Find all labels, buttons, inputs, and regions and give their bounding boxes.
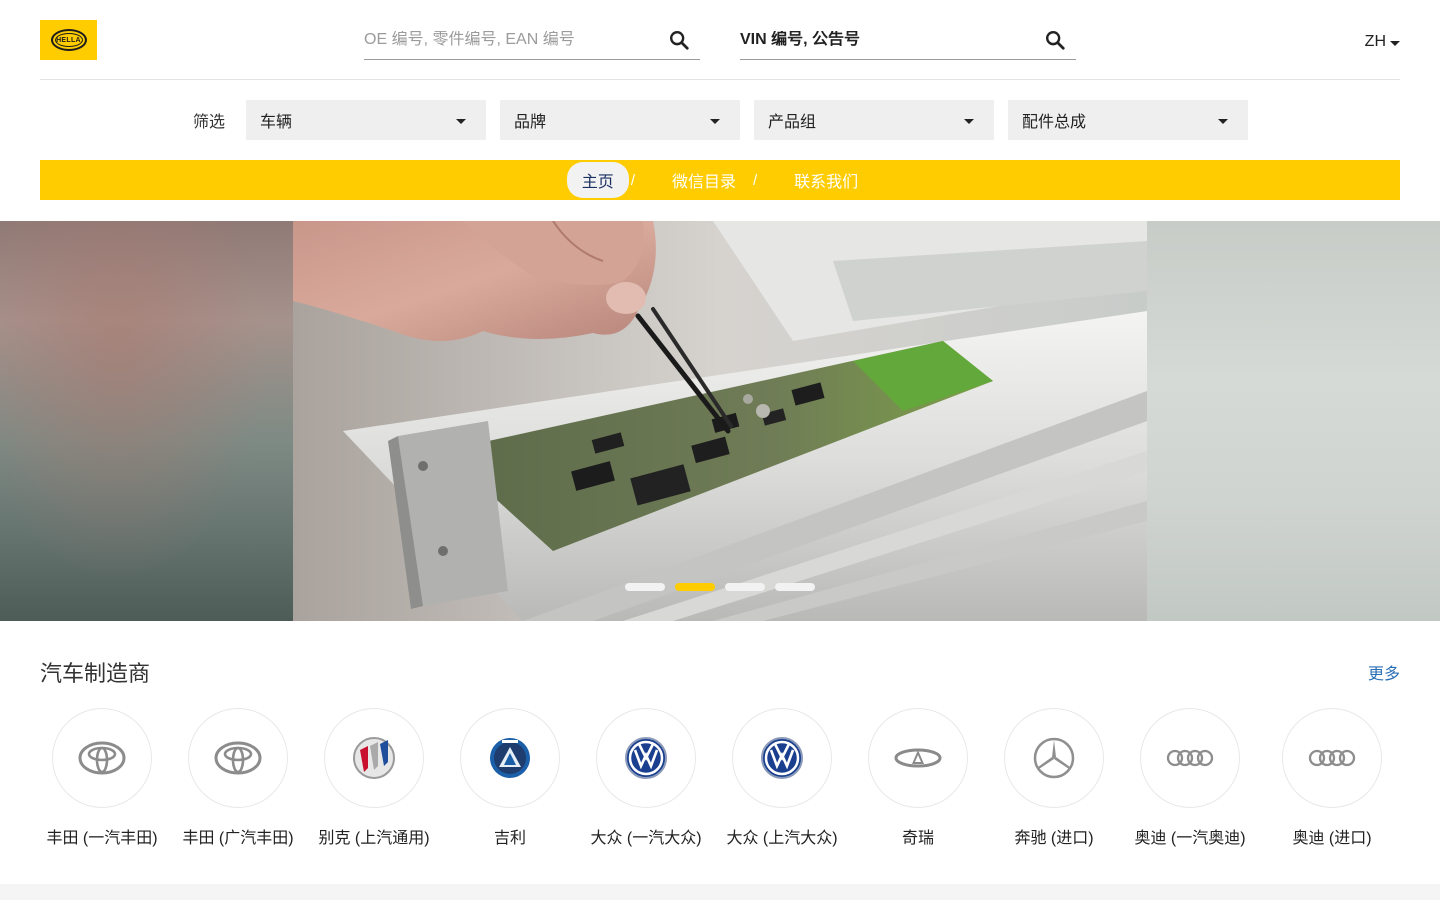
language-selector[interactable]: ZH: [1365, 33, 1400, 51]
brand-select[interactable]: 品牌: [500, 100, 741, 140]
brand-logo-circle: [460, 708, 560, 808]
nav-separator: /: [630, 171, 635, 189]
toyota-logo-icon: [214, 741, 262, 775]
vin-search-input[interactable]: [740, 30, 1030, 49]
brand-card-toyota-gac[interactable]: 丰田 (广汽丰田): [176, 708, 300, 848]
chevron-down-icon: [1390, 40, 1400, 46]
select-value: 车辆: [260, 114, 293, 131]
brand-logo-circle: [52, 708, 152, 808]
part-number-search-input[interactable]: [364, 30, 654, 49]
brand-logo-circle: [1004, 708, 1104, 808]
brand-name: 奇瑞: [901, 830, 934, 847]
carousel-indicators: [625, 583, 815, 591]
brand-name: 大众 (上汽大众): [726, 830, 838, 847]
brand-name: 丰田 (一汽丰田): [46, 830, 158, 847]
brand-card-chery[interactable]: 奇瑞: [856, 708, 980, 848]
toyota-logo-icon: [78, 741, 126, 775]
brand-logo-circle: [868, 708, 968, 808]
language-code: ZH: [1364, 33, 1386, 50]
buick-logo-icon: [353, 737, 395, 779]
brand-card-audi-faw[interactable]: 奥迪 (一汽奥迪): [1128, 708, 1252, 848]
brand-logo-circle: [1140, 708, 1240, 808]
select-value: 品牌: [514, 114, 547, 131]
carousel-dot-4[interactable]: [775, 583, 815, 591]
chevron-down-icon: [710, 119, 721, 124]
more-manufacturers-link[interactable]: 更多: [1368, 660, 1400, 684]
chevron-down-icon: [1218, 119, 1229, 124]
select-value: 配件总成: [1022, 114, 1087, 131]
vin-search: [740, 20, 1076, 60]
brand-card-vw-faw[interactable]: 大众 (一汽大众): [584, 708, 708, 848]
brand-logo-circle: [732, 708, 832, 808]
site-header: HELLA ZH: [40, 0, 1400, 80]
volkswagen-logo-icon: [625, 737, 667, 779]
main-nav: 主页 / 微信目录 / 联系我们: [40, 160, 1400, 200]
nav-separator: /: [753, 171, 758, 189]
brand-card-geely[interactable]: 吉利: [448, 708, 572, 848]
vehicle-select[interactable]: 车辆: [246, 100, 487, 140]
footer-divider: [0, 884, 1440, 900]
hella-logo-mark: HELLA: [50, 29, 87, 51]
brand-name: 大众 (一汽大众): [590, 830, 702, 847]
carousel-next-slide-preview[interactable]: [1147, 221, 1440, 621]
brand-card-audi-import[interactable]: 奥迪 (进口): [1270, 708, 1394, 848]
brand-name: 奥迪 (一汽奥迪): [1134, 830, 1246, 847]
chevron-down-icon: [964, 119, 975, 124]
brand-name: 丰田 (广汽丰田): [182, 830, 294, 847]
technician-pcb-image: [293, 221, 1147, 621]
brand-card-vw-saic[interactable]: 大众 (上汽大众): [720, 708, 844, 848]
brand-logo-circle: [188, 708, 288, 808]
brand-card-buick[interactable]: 别克 (上汽通用): [312, 708, 436, 848]
manufacturers-title: 汽车制造商: [40, 661, 151, 686]
chery-logo-icon: [894, 748, 942, 768]
brand-name: 吉利: [493, 830, 526, 847]
brand-logo-circle: [1282, 708, 1382, 808]
brand-card-toyota-faw[interactable]: 丰田 (一汽丰田): [40, 708, 164, 848]
assembly-select[interactable]: 配件总成: [1008, 100, 1249, 140]
audi-logo-icon: [1308, 749, 1356, 767]
brand-name: 别克 (上汽通用): [318, 830, 430, 847]
search-icon[interactable]: [668, 29, 690, 51]
nav-item-contact[interactable]: 联系我们: [779, 162, 873, 198]
carousel-dot-3[interactable]: [725, 583, 765, 591]
audi-logo-icon: [1166, 749, 1214, 767]
carousel-prev-slide-preview[interactable]: [0, 221, 293, 621]
brand-logo-circle: [324, 708, 424, 808]
select-value: 产品组: [768, 114, 817, 131]
brand-name: 奥迪 (进口): [1292, 830, 1372, 847]
brand-logo-circle: [596, 708, 696, 808]
carousel-dot-2[interactable]: [675, 583, 715, 591]
carousel-dot-1[interactable]: [625, 583, 665, 591]
carousel-active-slide: [293, 221, 1147, 621]
brand-name: 奔驰 (进口): [1014, 830, 1094, 847]
part-number-search: [364, 20, 700, 60]
volkswagen-logo-icon: [761, 737, 803, 779]
filter-bar: 筛选 车辆 品牌 产品组 配件总成: [193, 100, 1262, 140]
search-icon[interactable]: [1044, 29, 1066, 51]
nav-item-wechat-catalog[interactable]: 微信目录: [657, 162, 751, 198]
chevron-down-icon: [456, 119, 467, 124]
hero-carousel[interactable]: [0, 221, 1440, 621]
product-group-select[interactable]: 产品组: [754, 100, 995, 140]
brand-card-mercedes[interactable]: 奔驰 (进口): [992, 708, 1116, 848]
mercedes-logo-icon: [1033, 737, 1075, 779]
filter-label: 筛选: [193, 114, 226, 131]
geely-logo-icon: [490, 738, 530, 778]
nav-item-home[interactable]: 主页: [566, 162, 629, 198]
hella-logo[interactable]: HELLA: [40, 20, 97, 60]
manufacturer-list: 丰田 (一汽丰田) 丰田 (广汽丰田) 别克 (上汽通用) 吉利 大众 (一汽大…: [40, 708, 1400, 858]
